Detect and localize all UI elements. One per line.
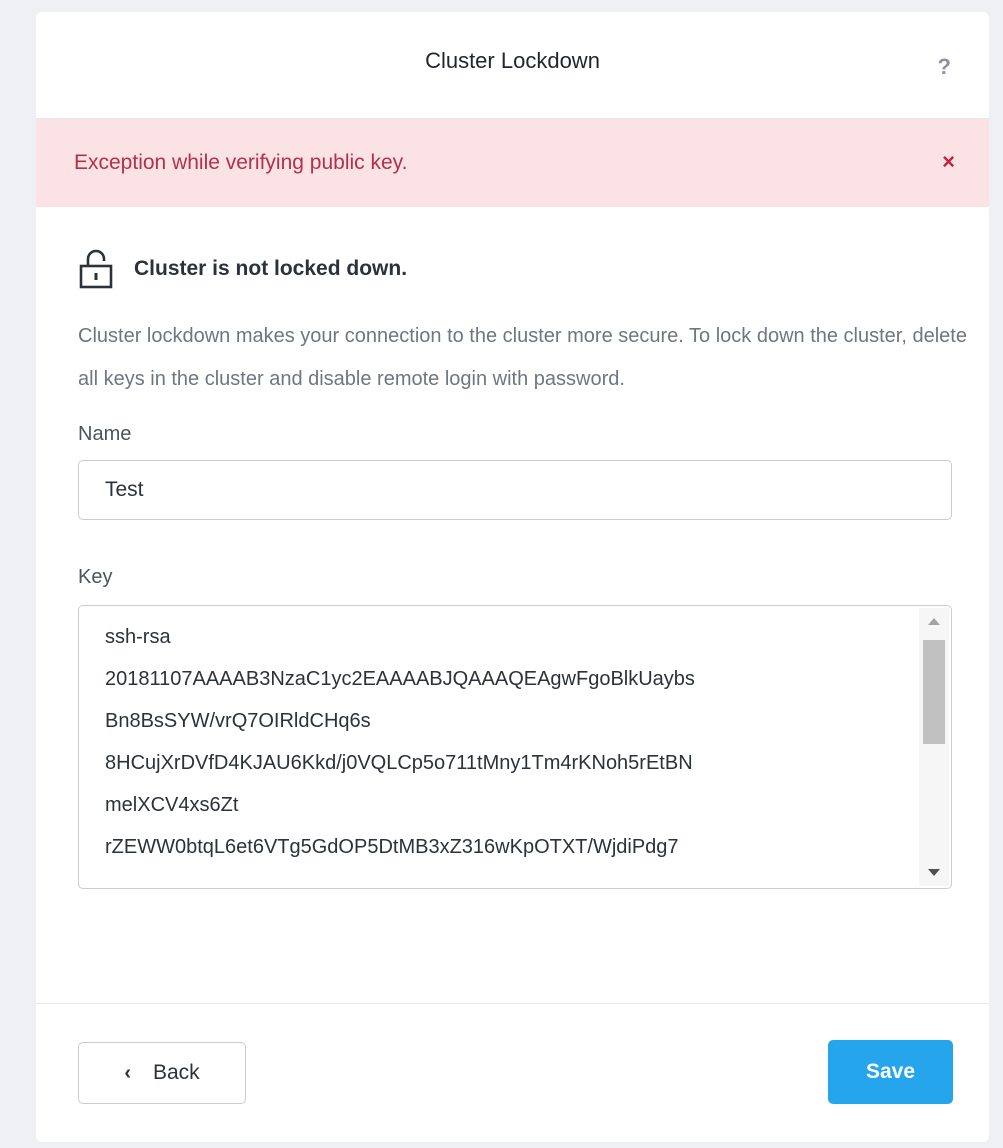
back-button-label: Back	[152, 1061, 200, 1084]
alert-message: Exception while verifying public key.	[74, 151, 408, 174]
lockdown-status: Cluster is not locked down.	[78, 249, 947, 289]
help-icon[interactable]: ?	[938, 54, 951, 80]
error-alert: Exception while verifying public key. ×	[36, 119, 989, 207]
dialog-footer: ‹ Back Save	[36, 1003, 989, 1142]
scroll-down-arrow-icon[interactable]	[928, 869, 940, 876]
name-label: Name	[78, 423, 132, 445]
status-text: Cluster is not locked down.	[134, 257, 408, 280]
key-text: ssh-rsa 20181107AAAAB3NzaC1yc2EAAAABJQAA…	[105, 626, 695, 858]
close-icon[interactable]: ×	[942, 149, 955, 175]
unlocked-padlock-icon	[79, 249, 113, 289]
dialog-body: Cluster is not locked down. Cluster lock…	[36, 249, 989, 889]
save-button-label: Save	[865, 1060, 916, 1083]
dialog-title: Cluster Lockdown	[425, 48, 600, 73]
key-scrollbar[interactable]	[919, 608, 949, 886]
lockdown-description: Cluster lockdown makes your connection t…	[78, 325, 967, 390]
name-input[interactable]	[78, 460, 952, 520]
scroll-up-arrow-icon[interactable]	[928, 618, 940, 625]
back-button[interactable]: ‹ Back	[78, 1042, 246, 1104]
scroll-thumb[interactable]	[923, 640, 945, 744]
key-label: Key	[78, 566, 113, 588]
save-button[interactable]: Save	[828, 1040, 953, 1104]
cluster-lockdown-dialog: Cluster Lockdown ? Exception while verif…	[36, 12, 989, 1142]
chevron-left-icon: ‹	[124, 1061, 131, 1084]
key-textarea[interactable]: ssh-rsa 20181107AAAAB3NzaC1yc2EAAAABJQAA…	[78, 605, 952, 889]
dialog-header: Cluster Lockdown ?	[36, 12, 989, 119]
